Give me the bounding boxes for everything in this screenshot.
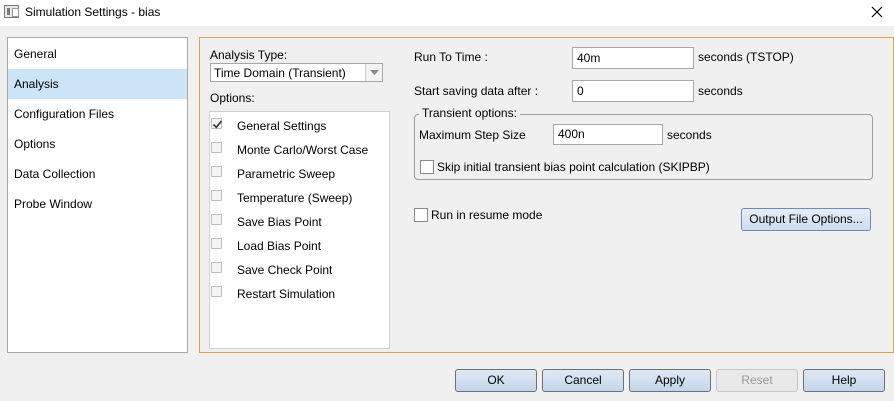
option-checkbox-monte-carlo[interactable] [211, 142, 222, 153]
resume-mode-checkbox[interactable] [414, 208, 428, 222]
resume-mode-label[interactable]: Run in resume mode [431, 208, 542, 222]
option-temperature-sweep[interactable]: Temperature (Sweep) [237, 191, 352, 205]
run-to-time-unit: seconds (TSTOP) [698, 50, 794, 64]
nav-item-general[interactable]: General [8, 39, 187, 69]
chevron-down-icon [370, 70, 379, 75]
nav-item-probe-window[interactable]: Probe Window [8, 189, 187, 219]
ok-button[interactable]: OK [455, 369, 537, 392]
analysis-type-value: Time Domain (Transient) [214, 66, 346, 80]
nav-item-data-collection[interactable]: Data Collection [8, 159, 187, 189]
max-step-label: Maximum Step Size [419, 128, 526, 142]
nav-item-options[interactable]: Options [8, 129, 187, 159]
window-title: Simulation Settings - bias [25, 5, 161, 19]
option-monte-carlo[interactable]: Monte Carlo/Worst Case [237, 143, 368, 157]
run-to-time-label: Run To Time : [414, 50, 488, 64]
close-icon [871, 6, 883, 18]
option-checkbox-restart-simulation[interactable] [211, 286, 222, 297]
start-saving-input[interactable]: 0 [572, 80, 694, 102]
options-items: General Settings Monte Carlo/Worst Case … [210, 118, 385, 308]
transient-options-title: Transient options: [419, 106, 520, 120]
reset-button[interactable]: Reset [716, 369, 798, 392]
dropdown-arrow[interactable] [365, 64, 382, 81]
checkmark-icon [212, 120, 223, 129]
option-general-settings[interactable]: General Settings [237, 119, 326, 133]
close-button[interactable] [860, 0, 894, 24]
nav-item-configuration-files[interactable]: Configuration Files [8, 99, 187, 129]
option-save-bias-point[interactable]: Save Bias Point [237, 215, 322, 229]
max-step-unit: seconds [667, 128, 712, 142]
start-saving-label: Start saving data after : [414, 84, 539, 98]
option-save-check-point[interactable]: Save Check Point [237, 263, 332, 277]
analysis-type-label: Analysis Type: [210, 48, 288, 62]
option-restart-simulation[interactable]: Restart Simulation [237, 287, 335, 301]
skip-bias-point-label[interactable]: Skip initial transient bias point calcul… [437, 160, 710, 174]
option-checkbox-save-check-point[interactable] [211, 262, 222, 273]
option-checkbox-parametric-sweep[interactable] [211, 166, 222, 177]
option-checkbox-load-bias-point[interactable] [211, 238, 222, 249]
analysis-type-select[interactable]: Time Domain (Transient) [210, 63, 383, 82]
nav-item-analysis[interactable]: Analysis [8, 69, 187, 99]
settings-nav: General Analysis Configuration Files Opt… [7, 37, 188, 353]
app-icon [4, 5, 19, 18]
option-checkbox-general-settings[interactable] [211, 118, 223, 129]
option-checkbox-temperature-sweep[interactable] [211, 190, 222, 201]
option-checkbox-save-bias-point[interactable] [211, 214, 222, 225]
help-button[interactable]: Help [803, 369, 885, 392]
option-parametric-sweep[interactable]: Parametric Sweep [237, 167, 335, 181]
cancel-button[interactable]: Cancel [542, 369, 624, 392]
output-file-options-button[interactable]: Output File Options... [741, 208, 871, 231]
option-load-bias-point[interactable]: Load Bias Point [237, 239, 321, 253]
max-step-input[interactable]: 400n [553, 124, 663, 145]
skip-bias-point-checkbox[interactable] [420, 160, 434, 174]
run-to-time-input[interactable]: 40m [572, 47, 694, 69]
start-saving-unit: seconds [698, 84, 743, 98]
apply-button[interactable]: Apply [629, 369, 711, 392]
options-label: Options: [210, 91, 255, 105]
